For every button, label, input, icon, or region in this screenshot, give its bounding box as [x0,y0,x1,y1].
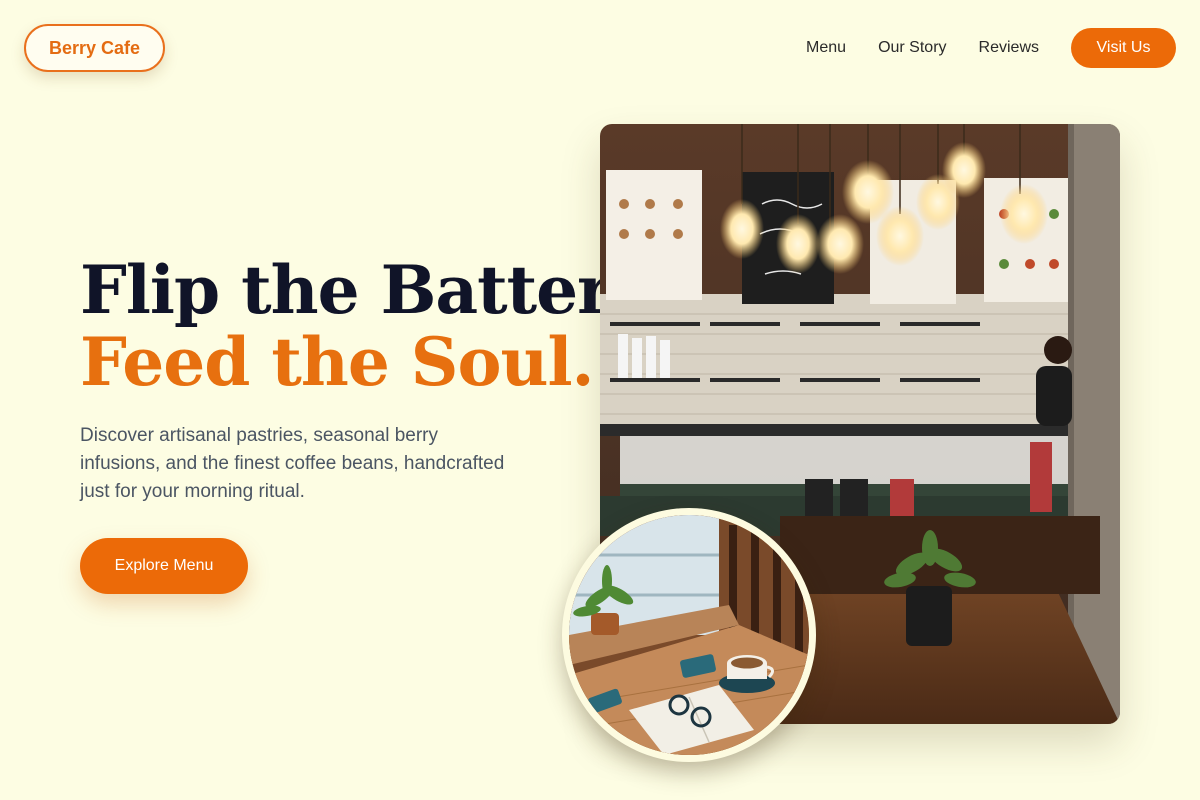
visit-us-button[interactable]: Visit Us [1071,28,1176,68]
hero-description: Discover artisanal pastries, seasonal be… [80,425,505,502]
headline-line-1: Flip the Batter, [80,251,629,329]
hero-headline: Flip the Batter, Feed the Soul. [80,251,629,401]
coffee-table-photo [562,508,816,762]
main-nav: Menu Our Story Reviews Visit Us [806,28,1176,68]
brand-logo[interactable]: Berry Cafe [24,24,165,72]
explore-menu-button[interactable]: Explore Menu [80,538,248,594]
nav-link-menu[interactable]: Menu [806,28,846,68]
nav-link-our-story[interactable]: Our Story [878,28,946,68]
nav-link-reviews[interactable]: Reviews [979,28,1039,68]
headline-line-2: Feed the Soul. [80,323,595,401]
